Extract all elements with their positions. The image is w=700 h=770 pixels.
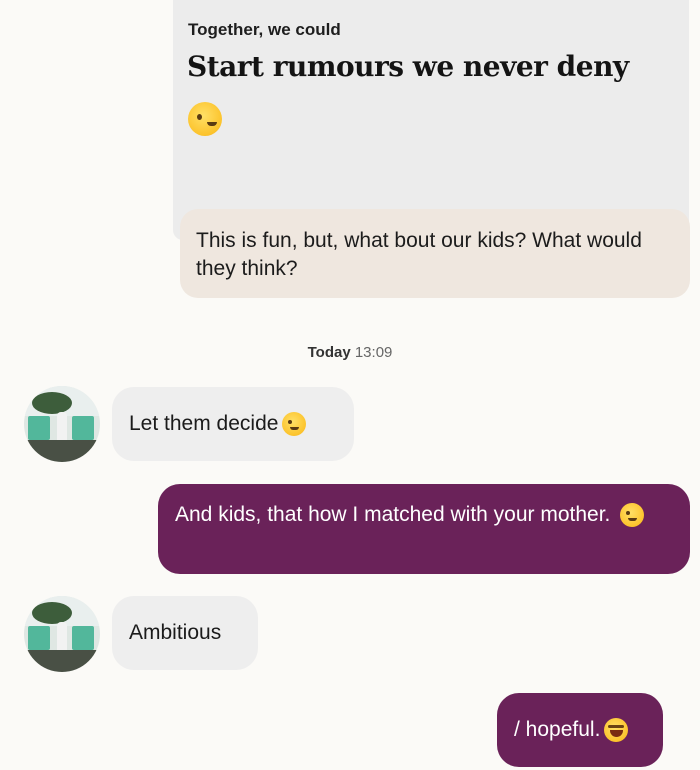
message-bubble-incoming[interactable]: Ambitious <box>112 596 258 670</box>
tears-of-joy-emoji-icon <box>604 718 629 742</box>
prompt-answer: Start rumours we never deny <box>187 50 629 83</box>
message-text: Ambitious <box>129 621 222 644</box>
avatar[interactable] <box>24 386 100 462</box>
message-bubble-outgoing[interactable]: / hopeful. <box>497 693 663 767</box>
message-bubble-outgoing[interactable]: And kids, that how I matched with your m… <box>158 484 690 574</box>
prompt-label: Together, we could <box>188 20 341 39</box>
smirk-emoji-icon <box>620 503 645 528</box>
prompt-card: Together, we could Start rumours we neve… <box>173 0 689 240</box>
wink-emoji-icon <box>188 102 222 136</box>
message-text: Let them decide <box>129 412 279 435</box>
message-text: And kids, that how I matched with your m… <box>175 503 611 526</box>
chat-timestamp: Today 13:09 <box>0 344 700 361</box>
message-bubble-incoming[interactable]: Let them decide <box>112 387 354 461</box>
timestamp-time: 13:09 <box>354 344 393 361</box>
avatar[interactable] <box>24 596 100 672</box>
message-text: / hopeful. <box>514 718 601 741</box>
timestamp-day: Today <box>307 344 351 361</box>
wink-emoji-icon <box>282 412 307 436</box>
prompt-reply-bubble[interactable]: This is fun, but, what bout our kids? Wh… <box>180 209 690 298</box>
